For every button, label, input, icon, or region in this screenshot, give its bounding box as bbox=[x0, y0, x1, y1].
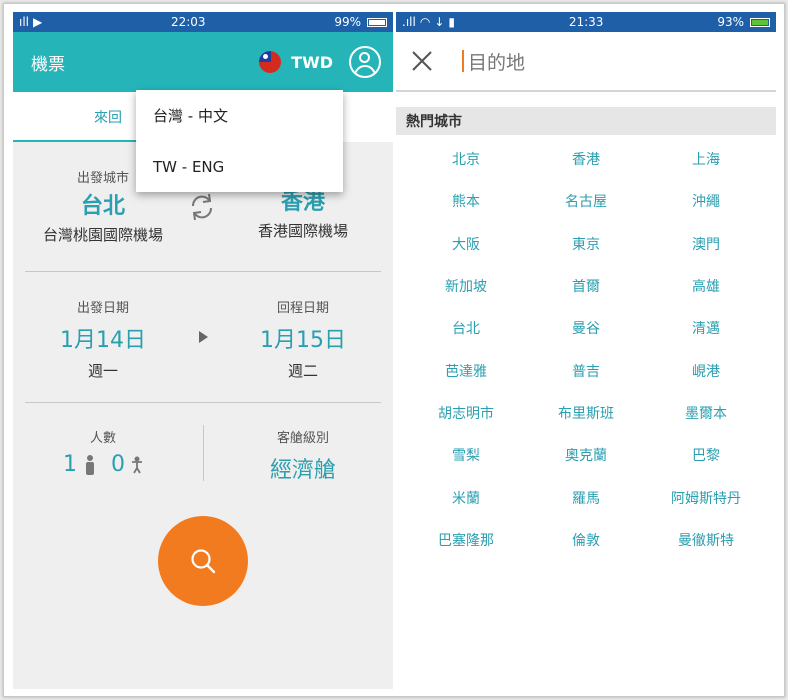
taiwan-flag-icon[interactable] bbox=[259, 51, 282, 73]
destination-airport: 香港國際機場 bbox=[257, 222, 348, 240]
cabin-class-label: 客艙級別 bbox=[276, 431, 329, 446]
city-item[interactable]: 墨爾本 bbox=[646, 392, 766, 434]
city-item[interactable]: 阿姆斯特丹 bbox=[646, 476, 766, 518]
child-icon bbox=[132, 456, 142, 473]
return-weekday: 週二 bbox=[287, 362, 318, 380]
city-item[interactable]: 曼徹斯特 bbox=[646, 519, 766, 561]
hot-cities-grid: 北京 香港 上海熊本 名古屋 沖繩大阪 東京 澳門新加坡 首爾 高雄台北 曼谷 清邁芭達雅 普吉 峴港胡… bbox=[406, 138, 766, 561]
child-count: 0 bbox=[111, 452, 125, 477]
origin-airport: 台灣桃園國際機場 bbox=[42, 226, 163, 244]
destination-input[interactable]: 目的地 bbox=[468, 48, 525, 75]
close-icon[interactable] bbox=[410, 49, 434, 73]
status-time: 22:03 bbox=[170, 15, 206, 29]
city-item[interactable]: 布里斯班 bbox=[526, 392, 646, 434]
dates-section: 出發日期 1月14日 週一 回程日期 1月15日 週二 bbox=[13, 292, 393, 392]
city-item[interactable]: 台北 bbox=[406, 307, 526, 349]
language-menu: 台灣 - 中文 TW - ENG bbox=[136, 90, 343, 192]
cabin-class-block[interactable]: 客艙級別 經濟艙 bbox=[213, 427, 393, 484]
city-item[interactable]: 上海 bbox=[646, 138, 766, 180]
depart-date: 1月14日 bbox=[60, 328, 146, 353]
depart-date-label: 出發日期 bbox=[76, 301, 129, 316]
passenger-count-block[interactable]: 人數 1 0 bbox=[13, 427, 193, 477]
currency-selector[interactable]: TWD bbox=[291, 53, 333, 72]
search-button[interactable] bbox=[158, 516, 248, 606]
menu-item-english[interactable]: TW - ENG bbox=[136, 141, 343, 192]
cabin-class-value: 經濟艙 bbox=[269, 458, 336, 483]
city-item[interactable]: 普吉 bbox=[526, 349, 646, 391]
hot-cities-header: 熱門城市 bbox=[396, 107, 776, 135]
adult-icon bbox=[86, 454, 94, 475]
app-notification-icon: ▶ bbox=[33, 15, 43, 29]
city-item[interactable]: 巴黎 bbox=[646, 434, 766, 476]
city-item[interactable]: 峴港 bbox=[646, 349, 766, 391]
depart-weekday: 週一 bbox=[87, 362, 118, 380]
battery-icon bbox=[366, 17, 387, 27]
city-item[interactable]: 高雄 bbox=[646, 265, 766, 307]
menu-item-chinese[interactable]: 台灣 - 中文 bbox=[136, 90, 343, 141]
page-title: 機票 bbox=[31, 54, 65, 75]
city-item[interactable]: 羅馬 bbox=[526, 476, 646, 518]
city-item[interactable]: 胡志明市 bbox=[406, 392, 526, 434]
city-item[interactable]: 清邁 bbox=[646, 307, 766, 349]
passenger-label: 人數 bbox=[89, 431, 116, 446]
origin-city: 台北 bbox=[80, 194, 125, 219]
battery-percent: 99% bbox=[334, 15, 361, 29]
return-date: 1月15日 bbox=[260, 328, 346, 353]
city-item[interactable]: 大阪 bbox=[406, 223, 526, 265]
signal-icon: .ıll bbox=[402, 15, 416, 29]
status-bar: ıll ▶ 22:03 99% bbox=[13, 12, 393, 32]
adult-count: 1 bbox=[63, 452, 77, 477]
divider bbox=[25, 402, 381, 403]
city-item[interactable]: 倫敦 bbox=[526, 519, 646, 561]
city-item[interactable]: 澳門 bbox=[646, 223, 766, 265]
signal-icon: ıll bbox=[19, 15, 30, 29]
text-cursor bbox=[462, 50, 464, 72]
status-time: 21:33 bbox=[568, 15, 604, 29]
battery-charging-icon bbox=[750, 17, 770, 27]
city-item[interactable]: 東京 bbox=[526, 223, 646, 265]
return-date-label: 回程日期 bbox=[276, 301, 329, 316]
left-screen: ıll ▶ 22:03 99% 機票 TWD 來回 出發城市 台北 台灣桃園國際… bbox=[13, 12, 393, 689]
vertical-divider bbox=[203, 425, 204, 481]
city-item[interactable]: 芭達雅 bbox=[406, 349, 526, 391]
city-item[interactable]: 曼谷 bbox=[526, 307, 646, 349]
return-date-block[interactable]: 回程日期 1月15日 週二 bbox=[213, 297, 393, 381]
city-item[interactable]: 首爾 bbox=[526, 265, 646, 307]
wifi-icon: ◠ bbox=[419, 15, 431, 29]
city-item[interactable]: 名古屋 bbox=[526, 180, 646, 222]
city-item[interactable]: 雪梨 bbox=[406, 434, 526, 476]
city-item[interactable]: 沖繩 bbox=[646, 180, 766, 222]
city-item[interactable]: 新加坡 bbox=[406, 265, 526, 307]
divider bbox=[25, 271, 381, 272]
download-icon: ↓ bbox=[434, 15, 445, 29]
city-item[interactable]: 北京 bbox=[406, 138, 526, 180]
city-item[interactable]: 米蘭 bbox=[406, 476, 526, 518]
right-screen: .ıll ◠ ↓ ▮ 21:33 93% 目的地 熱門城市 北京 香港 上海熊本 名古… bbox=[396, 12, 776, 689]
destination-search-bar: 目的地 bbox=[396, 32, 776, 92]
status-bar: .ıll ◠ ↓ ▮ 21:33 93% bbox=[396, 12, 776, 32]
arrow-right-icon bbox=[199, 331, 208, 343]
city-item[interactable]: 巴塞隆那 bbox=[406, 519, 526, 561]
city-item[interactable]: 熊本 bbox=[406, 180, 526, 222]
sim-icon: ▮ bbox=[448, 15, 455, 29]
city-item[interactable]: 香港 bbox=[526, 138, 646, 180]
profile-icon[interactable] bbox=[349, 46, 381, 78]
battery-percent: 93% bbox=[717, 15, 744, 29]
city-item[interactable]: 奧克蘭 bbox=[526, 434, 646, 476]
depart-date-block[interactable]: 出發日期 1月14日 週一 bbox=[13, 297, 193, 381]
app-bar: 機票 TWD bbox=[13, 32, 393, 92]
passengers-section: 人數 1 0 客艙級別 經濟艙 bbox=[13, 417, 393, 497]
search-icon bbox=[191, 549, 216, 574]
